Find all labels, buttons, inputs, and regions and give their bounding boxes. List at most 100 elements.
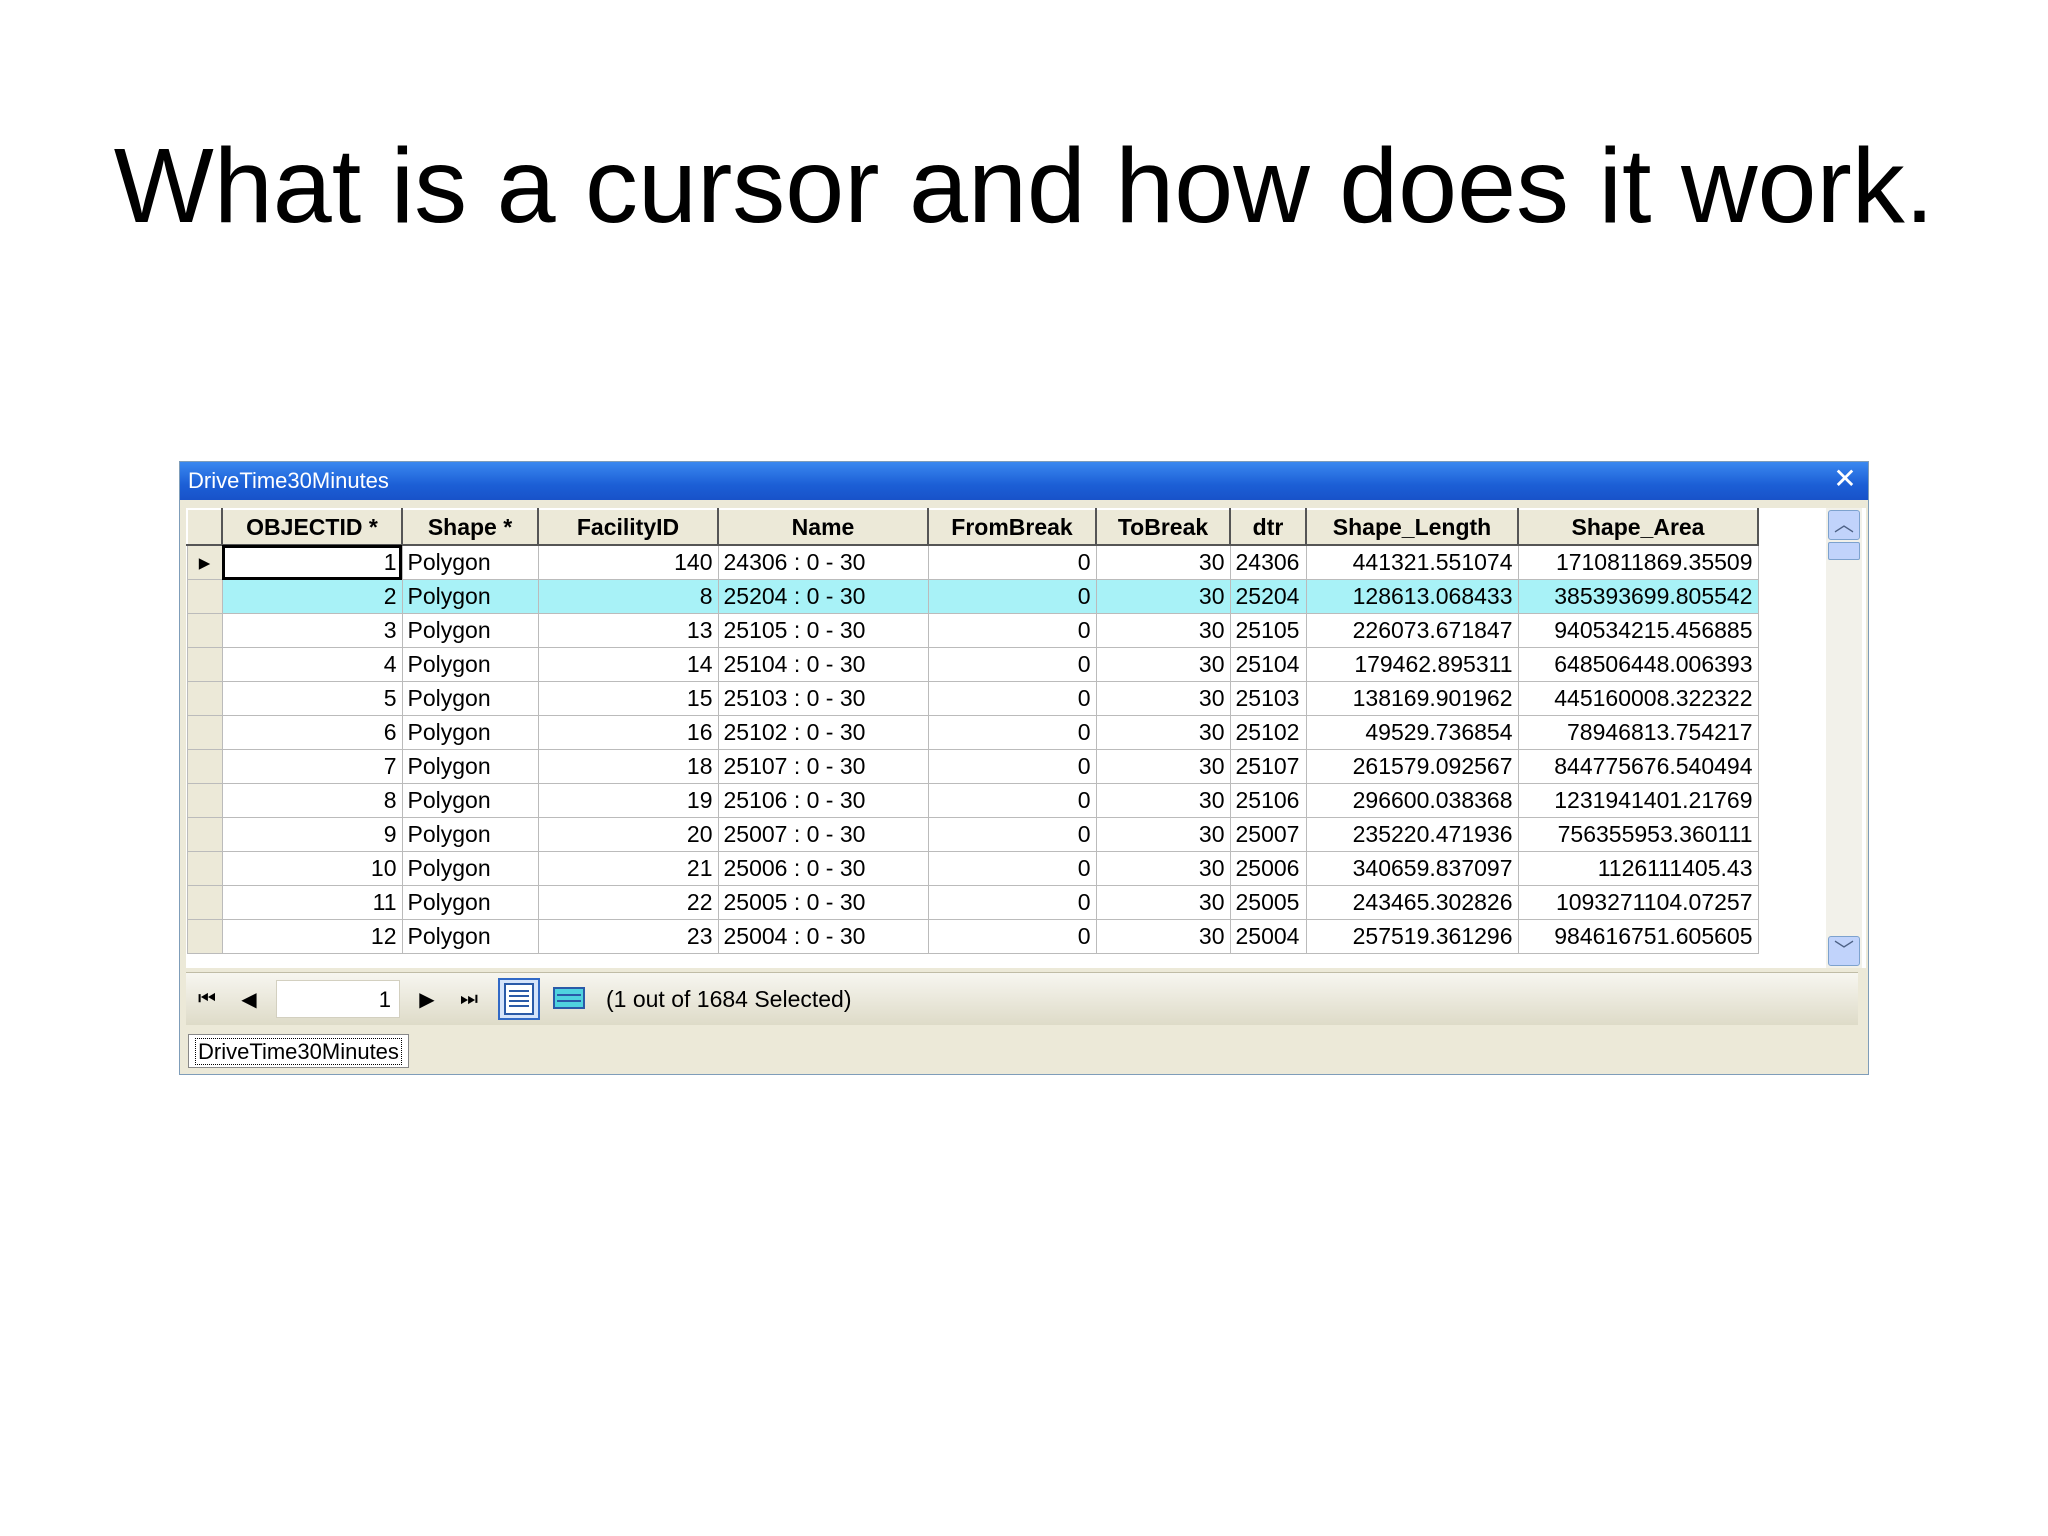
- cell-shape-length[interactable]: 226073.671847: [1305, 613, 1519, 648]
- cell-tobreak[interactable]: 30: [1095, 544, 1231, 580]
- cell-name[interactable]: 25006 : 0 - 30: [717, 851, 929, 886]
- cell-objectid[interactable]: 2: [221, 579, 403, 614]
- cell-shape-area[interactable]: 648506448.006393: [1517, 647, 1759, 682]
- cell-tobreak[interactable]: 30: [1095, 647, 1231, 682]
- cell-dtr[interactable]: 24306: [1229, 544, 1307, 580]
- cell-objectid[interactable]: 6: [221, 715, 403, 750]
- cell-shape-area[interactable]: 940534215.456885: [1517, 613, 1759, 648]
- cell-tobreak[interactable]: 30: [1095, 749, 1231, 784]
- table-row[interactable]: 6 Polygon 16 25102 : 0 - 30 0 30 25102 49529.73…: [186, 715, 1759, 750]
- cell-frombreak[interactable]: 0: [927, 647, 1097, 682]
- cell-shape-length[interactable]: 296600.038368: [1305, 783, 1519, 818]
- table-row[interactable]: 10 Polygon 21 25006 : 0 - 30 0 30 25006 340659.…: [186, 851, 1759, 886]
- cell-shape-area[interactable]: 385393699.805542: [1517, 579, 1759, 614]
- cell-shape-length[interactable]: 128613.068433: [1305, 579, 1519, 614]
- column-header-shape-area[interactable]: Shape_Area: [1517, 508, 1759, 546]
- cell-shape[interactable]: Polygon: [401, 851, 539, 886]
- vertical-scrollbar[interactable]: ︿ ﹀: [1826, 508, 1862, 968]
- table-row[interactable]: 12 Polygon 23 25004 : 0 - 30 0 30 25004 257519.…: [186, 919, 1759, 954]
- row-selector[interactable]: ▸: [186, 544, 223, 580]
- table-row[interactable]: ▸ 1 Polygon 140 24306 : 0 - 30 0 30 24306 441321…: [186, 544, 1759, 580]
- cell-shape[interactable]: Polygon: [401, 885, 539, 920]
- table-row[interactable]: 11 Polygon 22 25005 : 0 - 30 0 30 25005 243465.…: [186, 885, 1759, 920]
- row-selector-header[interactable]: [186, 508, 223, 546]
- cell-tobreak[interactable]: 30: [1095, 919, 1231, 954]
- cell-frombreak[interactable]: 0: [927, 579, 1097, 614]
- cell-name[interactable]: 25104 : 0 - 30: [717, 647, 929, 682]
- cell-shape[interactable]: Polygon: [401, 579, 539, 614]
- cell-shape-area[interactable]: 756355953.360111: [1517, 817, 1759, 852]
- cell-objectid[interactable]: 8: [221, 783, 403, 818]
- previous-record-icon[interactable]: ◀: [228, 987, 270, 1012]
- table-row[interactable]: 3 Polygon 13 25105 : 0 - 30 0 30 25105 226073.6…: [186, 613, 1759, 648]
- cell-shape-area[interactable]: 1126111405.43: [1517, 851, 1759, 886]
- cell-shape-length[interactable]: 340659.837097: [1305, 851, 1519, 886]
- cell-dtr[interactable]: 25106: [1229, 783, 1307, 818]
- cell-dtr[interactable]: 25104: [1229, 647, 1307, 682]
- cell-dtr[interactable]: 25103: [1229, 681, 1307, 716]
- cell-name[interactable]: 25204 : 0 - 30: [717, 579, 929, 614]
- cell-shape[interactable]: Polygon: [401, 544, 539, 580]
- cell-facilityid[interactable]: 15: [537, 681, 719, 716]
- cell-name[interactable]: 25102 : 0 - 30: [717, 715, 929, 750]
- row-selector[interactable]: [186, 647, 223, 682]
- cell-shape-area[interactable]: 1093271104.07257: [1517, 885, 1759, 920]
- table-row[interactable]: 5 Polygon 15 25103 : 0 - 30 0 30 25103 138169.9…: [186, 681, 1759, 716]
- table-row[interactable]: 9 Polygon 20 25007 : 0 - 30 0 30 25007 235220.4…: [186, 817, 1759, 852]
- table-row[interactable]: 2 Polygon 8 25204 : 0 - 30 0 30 25204 128613.06…: [186, 579, 1759, 614]
- cell-frombreak[interactable]: 0: [927, 749, 1097, 784]
- row-selector[interactable]: [186, 919, 223, 954]
- column-header-objectid[interactable]: OBJECTID *: [221, 508, 403, 546]
- cell-shape[interactable]: Polygon: [401, 817, 539, 852]
- cell-objectid[interactable]: 5: [221, 681, 403, 716]
- cell-shape[interactable]: Polygon: [401, 647, 539, 682]
- cell-facilityid[interactable]: 21: [537, 851, 719, 886]
- table-row[interactable]: 8 Polygon 19 25106 : 0 - 30 0 30 25106 296600.0…: [186, 783, 1759, 818]
- cell-dtr[interactable]: 25107: [1229, 749, 1307, 784]
- cell-shape-length[interactable]: 179462.895311: [1305, 647, 1519, 682]
- cell-shape-length[interactable]: 235220.471936: [1305, 817, 1519, 852]
- cell-dtr[interactable]: 25004: [1229, 919, 1307, 954]
- column-header-shape-length[interactable]: Shape_Length: [1305, 508, 1519, 546]
- column-header-tobreak[interactable]: ToBreak: [1095, 508, 1231, 546]
- close-icon[interactable]: ✕: [1830, 464, 1860, 494]
- row-selector[interactable]: [186, 783, 223, 818]
- table-tab[interactable]: DriveTime30Minutes: [188, 1034, 409, 1068]
- cell-facilityid[interactable]: 18: [537, 749, 719, 784]
- cell-shape[interactable]: Polygon: [401, 715, 539, 750]
- cell-shape-area[interactable]: 78946813.754217: [1517, 715, 1759, 750]
- cell-shape-area[interactable]: 844775676.540494: [1517, 749, 1759, 784]
- cell-dtr[interactable]: 25007: [1229, 817, 1307, 852]
- cell-shape-length[interactable]: 261579.092567: [1305, 749, 1519, 784]
- cell-frombreak[interactable]: 0: [927, 783, 1097, 818]
- cell-facilityid[interactable]: 23: [537, 919, 719, 954]
- first-record-icon[interactable]: ⏮: [186, 988, 228, 1011]
- row-selector[interactable]: [186, 579, 223, 614]
- row-selector[interactable]: [186, 749, 223, 784]
- show-selected-records-icon[interactable]: [548, 978, 590, 1020]
- cell-facilityid[interactable]: 16: [537, 715, 719, 750]
- cell-tobreak[interactable]: 30: [1095, 681, 1231, 716]
- cell-objectid[interactable]: 12: [221, 919, 403, 954]
- show-all-records-icon[interactable]: [498, 978, 540, 1020]
- next-record-icon[interactable]: ▶: [406, 987, 448, 1012]
- cell-shape-length[interactable]: 49529.736854: [1305, 715, 1519, 750]
- cell-name[interactable]: 25005 : 0 - 30: [717, 885, 929, 920]
- cell-name[interactable]: 25107 : 0 - 30: [717, 749, 929, 784]
- cell-shape[interactable]: Polygon: [401, 613, 539, 648]
- record-number-input[interactable]: 1: [276, 980, 400, 1018]
- cell-shape[interactable]: Polygon: [401, 783, 539, 818]
- row-selector[interactable]: [186, 885, 223, 920]
- cell-tobreak[interactable]: 30: [1095, 885, 1231, 920]
- cell-facilityid[interactable]: 14: [537, 647, 719, 682]
- cell-name[interactable]: 24306 : 0 - 30: [717, 544, 929, 580]
- cell-objectid[interactable]: 1: [221, 544, 403, 580]
- column-header-shape[interactable]: Shape *: [401, 508, 539, 546]
- last-record-icon[interactable]: ⏭: [448, 988, 490, 1011]
- cell-frombreak[interactable]: 0: [927, 715, 1097, 750]
- cell-name[interactable]: 25106 : 0 - 30: [717, 783, 929, 818]
- row-selector[interactable]: [186, 817, 223, 852]
- cell-shape-area[interactable]: 1231941401.21769: [1517, 783, 1759, 818]
- column-header-frombreak[interactable]: FromBreak: [927, 508, 1097, 546]
- cell-shape-length[interactable]: 243465.302826: [1305, 885, 1519, 920]
